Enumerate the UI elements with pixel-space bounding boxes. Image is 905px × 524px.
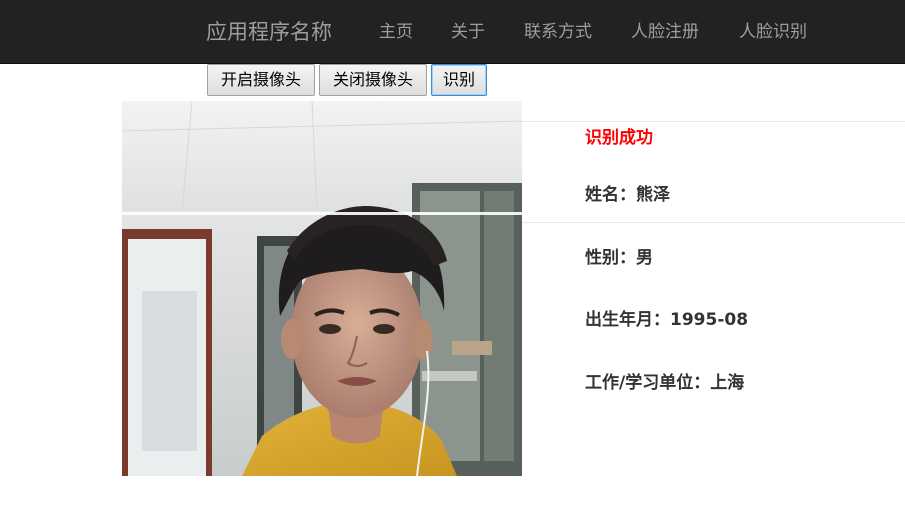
result-gender: 性别：男: [585, 248, 653, 268]
recognition-status: 识别成功: [585, 128, 653, 148]
nav-face-register[interactable]: 人脸注册: [631, 21, 699, 43]
camera-feed: [122, 101, 522, 476]
webcam-image: [122, 101, 522, 476]
result-birth: 出生年月：1995-08: [585, 310, 749, 330]
nav-contact[interactable]: 联系方式: [524, 21, 592, 43]
result-workplace: 工作/学习单位：上海: [585, 373, 745, 393]
nav-home[interactable]: 主页: [379, 21, 413, 43]
nav-about[interactable]: 关于: [451, 21, 485, 43]
top-navbar: 应用程序名称 主页 关于 联系方式 人脸注册 人脸识别: [0, 0, 905, 64]
open-camera-button[interactable]: 开启摄像头: [207, 64, 315, 96]
result-name: 姓名：熊泽: [585, 185, 670, 205]
nav-face-recognize[interactable]: 人脸识别: [739, 21, 807, 43]
app-brand[interactable]: 应用程序名称: [206, 18, 332, 46]
close-camera-button[interactable]: 关闭摄像头: [319, 64, 427, 96]
divider-middle: [521, 222, 905, 223]
divider-top: [521, 121, 905, 122]
recognize-button[interactable]: 识别: [431, 64, 487, 96]
